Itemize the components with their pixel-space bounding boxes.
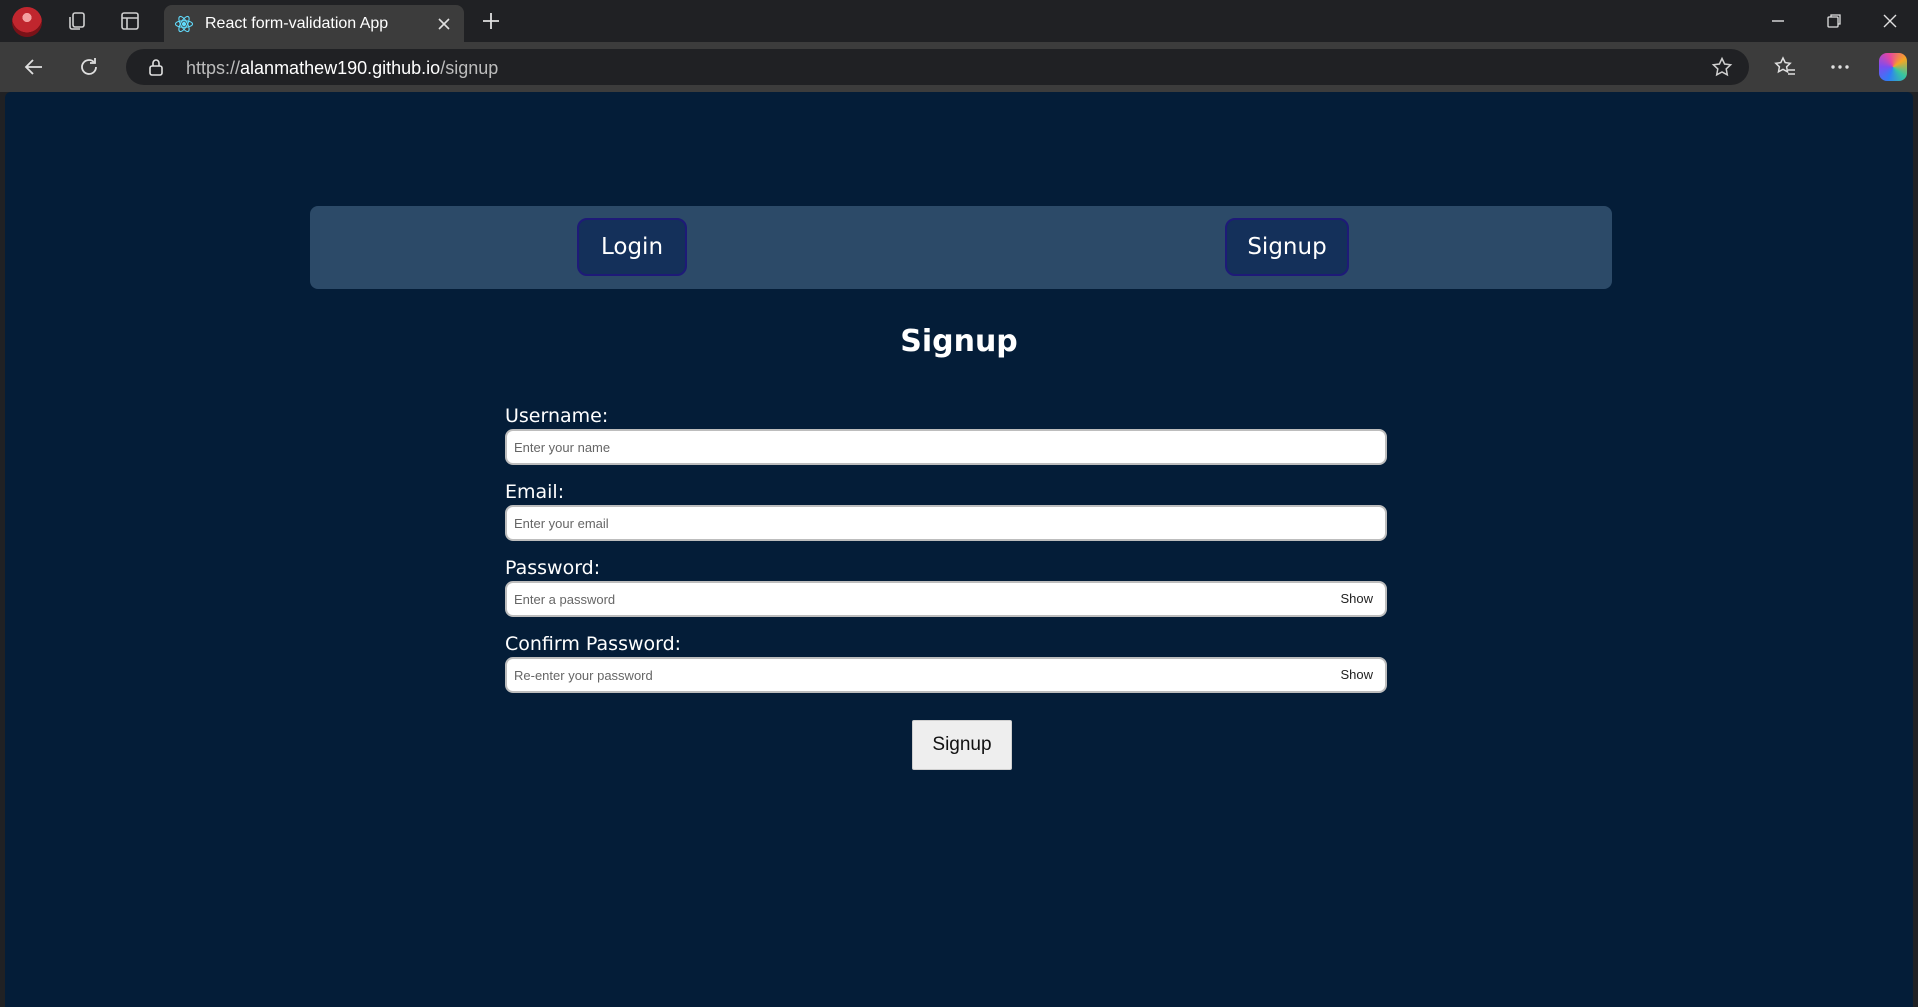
nav-signup-button[interactable]: Signup	[1225, 218, 1349, 276]
back-icon[interactable]	[20, 53, 48, 81]
username-input[interactable]	[505, 429, 1387, 465]
tab-title: React form-validation App	[205, 15, 389, 32]
url-path: /signup	[440, 58, 499, 78]
profile-avatar[interactable]	[12, 7, 42, 37]
refresh-icon[interactable]	[75, 53, 103, 81]
username-field: Username:	[505, 404, 1387, 480]
more-icon[interactable]	[1826, 53, 1854, 81]
password-input[interactable]	[505, 581, 1387, 617]
email-input[interactable]	[505, 505, 1387, 541]
show-password-button[interactable]: Show	[1340, 591, 1373, 606]
favorites-icon[interactable]	[1771, 53, 1799, 81]
email-label: Email:	[505, 481, 565, 503]
email-field: Email:	[505, 480, 1387, 556]
confirm-password-input[interactable]	[505, 657, 1387, 693]
nav-login-button[interactable]: Login	[577, 218, 687, 276]
url-scheme: https://	[186, 58, 241, 78]
window-close-icon[interactable]	[1862, 0, 1918, 42]
url-host: alanmathew190.github.io	[240, 58, 441, 78]
page-title: Signup	[900, 324, 1018, 359]
vertical-tabs-icon[interactable]	[118, 9, 142, 33]
confirm-password-field: Confirm Password: Show	[505, 632, 1387, 708]
signup-form: Username: Email: Password: Show Confirm …	[505, 404, 1387, 708]
address-bar[interactable]: https://alanmathew190.github.io/signup	[126, 49, 1749, 85]
plus-icon[interactable]	[479, 9, 503, 33]
browser-tab-strip: React form-validation App	[0, 0, 1918, 42]
copilot-icon[interactable]	[1879, 53, 1907, 81]
password-field: Password: Show	[505, 556, 1387, 632]
close-icon[interactable]	[434, 14, 454, 34]
react-icon	[174, 14, 194, 34]
page-viewport: Login Signup Signup Username: Email: Pas…	[5, 92, 1913, 1007]
star-icon[interactable]	[1711, 56, 1733, 78]
active-tab[interactable]: React form-validation App	[164, 5, 464, 42]
signup-submit-button[interactable]: Signup	[912, 720, 1012, 770]
username-label: Username:	[505, 405, 609, 427]
password-label: Password:	[505, 557, 601, 579]
lock-icon[interactable]	[146, 57, 166, 77]
minimize-icon[interactable]	[1750, 0, 1806, 42]
navbar: Login Signup	[310, 206, 1612, 289]
restore-icon[interactable]	[1806, 0, 1862, 42]
url-text[interactable]: https://alanmathew190.github.io/signup	[186, 58, 498, 79]
show-confirm-password-button[interactable]: Show	[1340, 667, 1373, 682]
browser-toolbar: https://alanmathew190.github.io/signup	[0, 42, 1918, 92]
workspaces-icon[interactable]	[65, 9, 89, 33]
confirm-password-label: Confirm Password:	[505, 633, 682, 655]
